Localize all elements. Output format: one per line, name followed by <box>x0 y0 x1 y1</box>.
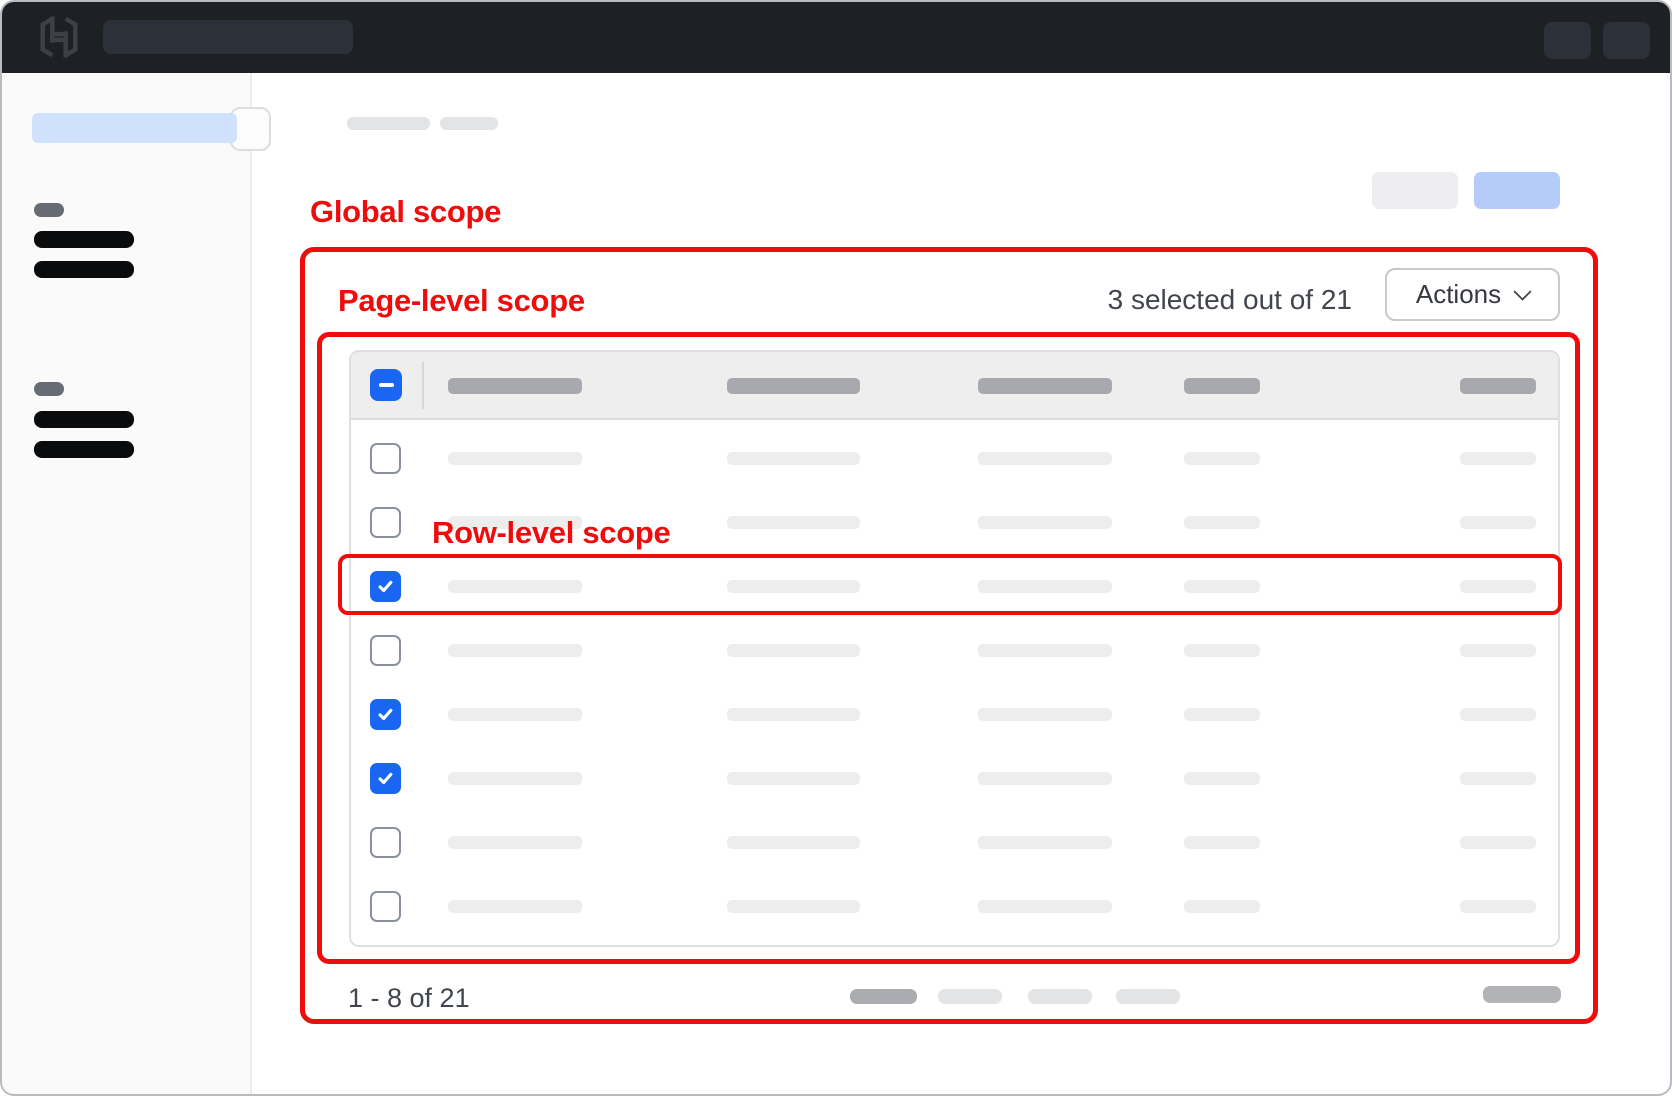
row-checkbox[interactable] <box>370 571 401 602</box>
cell-placeholder <box>727 900 860 913</box>
table-row-6 <box>351 747 1558 811</box>
table-row-5 <box>351 683 1558 747</box>
navbar-help-button[interactable] <box>1544 22 1591 59</box>
chevron-down-icon <box>1513 282 1531 300</box>
sidebar-section-2-heading <box>34 382 64 396</box>
top-navbar <box>2 2 1670 73</box>
actions-button-label: Actions <box>1416 279 1501 310</box>
cell-placeholder <box>727 708 860 721</box>
cell-placeholder <box>448 900 582 913</box>
sidebar-item[interactable] <box>34 441 134 458</box>
table-row-4 <box>351 619 1558 683</box>
cell-placeholder <box>1460 580 1536 593</box>
breadcrumb-item[interactable] <box>440 117 498 130</box>
cell-placeholder <box>1460 836 1536 849</box>
selection-status: 3 selected out of 21 <box>1052 284 1352 316</box>
page-size-selector[interactable] <box>850 989 917 1004</box>
secondary-action-button[interactable] <box>1372 172 1458 209</box>
sidebar-item[interactable] <box>34 231 134 248</box>
app-window: Global scope Page-level scope Row-level … <box>0 0 1672 1096</box>
cell-placeholder <box>978 708 1112 721</box>
pagination-control[interactable] <box>938 989 1002 1004</box>
row-checkbox[interactable] <box>370 699 401 730</box>
row-checkbox[interactable] <box>370 635 401 666</box>
column-header-placeholder <box>978 378 1112 394</box>
cell-placeholder <box>448 580 582 593</box>
cell-placeholder <box>727 516 860 529</box>
check-icon <box>377 706 394 723</box>
table-row-8 <box>351 875 1558 939</box>
cell-placeholder <box>978 644 1112 657</box>
cell-placeholder <box>1184 708 1260 721</box>
pagination-control[interactable] <box>1116 989 1180 1004</box>
cell-placeholder <box>1184 836 1260 849</box>
cell-placeholder <box>727 452 860 465</box>
table-row-3 <box>351 555 1558 619</box>
header-divider <box>422 362 424 409</box>
cell-placeholder <box>1460 644 1536 657</box>
pagination-control[interactable] <box>1028 989 1092 1004</box>
row-checkbox[interactable] <box>370 443 401 474</box>
cell-placeholder <box>1460 516 1536 529</box>
global-scope-label: Global scope <box>310 194 501 230</box>
actions-button[interactable]: Actions <box>1385 268 1560 321</box>
hashicorp-logo-icon <box>36 14 82 60</box>
sidebar-item[interactable] <box>34 411 134 428</box>
cell-placeholder <box>1184 580 1260 593</box>
table-body <box>351 420 1558 939</box>
cell-placeholder <box>1184 772 1260 785</box>
sidebar-item-selected[interactable] <box>32 113 237 143</box>
cell-placeholder <box>448 452 582 465</box>
cell-placeholder <box>448 708 582 721</box>
sidebar-section-1-heading <box>34 203 64 217</box>
cell-placeholder <box>1184 516 1260 529</box>
row-checkbox[interactable] <box>370 891 401 922</box>
data-table <box>349 350 1560 947</box>
pagination-next-control[interactable] <box>1483 986 1561 1003</box>
cell-placeholder <box>978 772 1112 785</box>
column-header-placeholder <box>1184 378 1260 394</box>
row-checkbox[interactable] <box>370 827 401 858</box>
table-row-7 <box>351 811 1558 875</box>
global-search-input[interactable] <box>103 20 353 54</box>
cell-placeholder <box>448 644 582 657</box>
select-all-checkbox[interactable] <box>370 369 402 401</box>
navbar-user-menu-button[interactable] <box>1603 22 1650 59</box>
check-icon <box>377 770 394 787</box>
column-header-placeholder <box>727 378 860 394</box>
cell-placeholder <box>727 580 860 593</box>
page-level-scope-label: Page-level scope <box>338 283 585 319</box>
primary-action-button[interactable] <box>1474 172 1560 209</box>
sidebar <box>2 73 252 1096</box>
cell-placeholder <box>978 836 1112 849</box>
indeterminate-dash-icon <box>379 383 394 387</box>
cell-placeholder <box>448 772 582 785</box>
cell-placeholder <box>1460 452 1536 465</box>
sidebar-item[interactable] <box>34 261 134 278</box>
table-header-row <box>351 352 1558 420</box>
check-icon <box>377 578 394 595</box>
cell-placeholder <box>978 900 1112 913</box>
cell-placeholder <box>1460 772 1536 785</box>
cell-placeholder <box>1184 644 1260 657</box>
cell-placeholder <box>978 580 1112 593</box>
cell-placeholder <box>448 836 582 849</box>
cell-placeholder <box>1460 900 1536 913</box>
row-checkbox[interactable] <box>370 763 401 794</box>
cell-placeholder <box>978 452 1112 465</box>
cell-placeholder <box>727 772 860 785</box>
column-header-placeholder <box>1460 378 1536 394</box>
column-header-placeholder <box>448 378 582 394</box>
cell-placeholder <box>727 836 860 849</box>
cell-placeholder <box>1460 708 1536 721</box>
table-row-1 <box>351 427 1558 491</box>
row-checkbox[interactable] <box>370 507 401 538</box>
breadcrumb-item[interactable] <box>347 117 430 130</box>
pagination-summary: 1 - 8 of 21 <box>348 983 470 1014</box>
cell-placeholder <box>1184 900 1260 913</box>
cell-placeholder <box>978 516 1112 529</box>
cell-placeholder <box>1184 452 1260 465</box>
row-level-scope-label: Row-level scope <box>432 515 670 551</box>
cell-placeholder <box>727 644 860 657</box>
